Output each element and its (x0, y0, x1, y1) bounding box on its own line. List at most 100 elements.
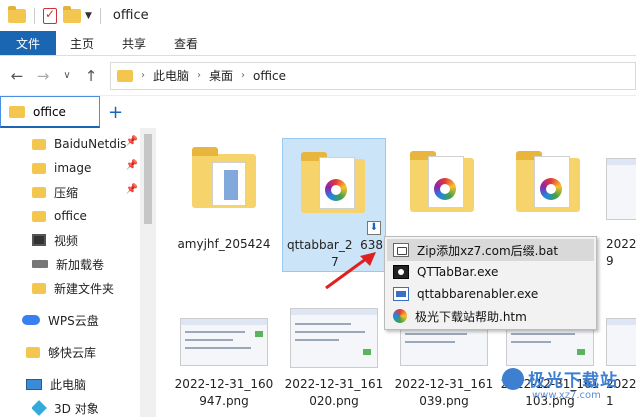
folder-icon (9, 105, 25, 118)
file-item-partial[interactable]: 2022 9 (606, 136, 636, 270)
menu-item-enabler-exe[interactable]: qttabbarenabler.exe (387, 283, 594, 305)
image-thumbnail (606, 318, 636, 366)
pin-icon: 📌 (125, 184, 138, 195)
sidebar-item-new-folder[interactable]: 新建文件夹 (32, 276, 138, 300)
tab-view[interactable]: 查看 (160, 31, 212, 55)
sidebar-item-wps-cloud[interactable]: WPS云盘 (22, 308, 138, 332)
thumbnail-line (295, 323, 351, 325)
sidebar-item-compress[interactable]: 压缩 📌 (32, 180, 138, 204)
file-name: amyjhf_205424 (177, 237, 271, 251)
qttabbar-logo-icon (540, 178, 562, 200)
file-name-line2: 9 (606, 254, 614, 268)
thumbnail-line (185, 347, 251, 349)
up-icon[interactable]: ↑ (84, 67, 98, 85)
exe-file-icon (393, 287, 409, 301)
pin-icon: 📌 (125, 160, 138, 171)
thumbnail-line (511, 333, 575, 335)
thumbnail-line (295, 331, 365, 333)
qttabbar-logo-icon (325, 179, 347, 201)
properties-icon[interactable] (43, 7, 57, 24)
sidebar-item-3d-objects[interactable]: 3D 对象 (32, 396, 138, 417)
quick-access-dropdown-icon[interactable]: ▼ (85, 11, 92, 21)
image-thumbnail (180, 318, 268, 366)
thumbnail-marker (577, 349, 585, 355)
image-thumbnail (606, 158, 636, 220)
thumbnail-line (511, 341, 551, 343)
bat-file-icon (393, 243, 409, 257)
forward-icon[interactable]: → (36, 67, 50, 85)
ribbon-tabs: 文件 主页 共享 查看 (0, 31, 636, 56)
folder-icon (32, 282, 46, 294)
thumbnail-line (405, 333, 467, 335)
arrow-shaft (325, 254, 371, 290)
tab-home[interactable]: 主页 (56, 31, 108, 55)
sidebar-item-label: office (54, 209, 87, 223)
menu-item-qttabbar-exe[interactable]: QTTabBar.exe (387, 261, 594, 283)
file-name: 2022-12-31_160 (174, 377, 274, 391)
sidebar-item-label: 新加载卷 (56, 257, 105, 272)
sidebar-item-label: 够快云库 (48, 345, 97, 360)
watermark: 极光下载站 www.xz7.com (502, 362, 632, 412)
3d-object-icon (32, 400, 47, 416)
menu-item-zip-bat[interactable]: Zip添加xz7.com后缀.bat (387, 239, 594, 261)
chevron-right-icon[interactable]: › (241, 70, 245, 81)
sidebar-item-new-volume[interactable]: 新加载卷 (32, 252, 138, 276)
file-item-folder-2[interactable] (392, 136, 496, 236)
recent-locations-icon[interactable]: ∨ (62, 70, 72, 81)
thumbnail-line (295, 339, 339, 341)
menu-item-label: 极光下载站帮助.htm (415, 309, 527, 324)
document-graphic (224, 170, 238, 200)
tab-file[interactable]: 文件 (0, 31, 57, 55)
sidebar-item-label: 新建文件夹 (54, 281, 115, 296)
sidebar-item-gokuai[interactable]: 够快云库 (26, 340, 138, 364)
file-item-png-2[interactable]: 2022-12-31_161 020.png (282, 304, 386, 416)
chevron-right-icon[interactable]: › (197, 70, 201, 81)
pin-icon: 📌 (125, 136, 138, 147)
thumbnail-bar (607, 319, 636, 325)
tab-share[interactable]: 共享 (108, 31, 160, 55)
cloud-icon (22, 315, 40, 325)
sidebar-item-videos[interactable]: 视频 (32, 228, 138, 252)
file-item-folder[interactable]: amyjhf_205424 (172, 136, 276, 256)
breadcrumb-this-pc[interactable]: 此电脑 (153, 67, 189, 84)
new-folder-icon[interactable] (63, 5, 81, 23)
menu-item-label: QTTabBar.exe (417, 265, 499, 279)
menu-item-help-htm[interactable]: 极光下载站帮助.htm (387, 305, 594, 327)
breadcrumb-office[interactable]: office (253, 69, 286, 83)
file-name: 2022 (606, 237, 636, 251)
sidebar-scrollbar[interactable] (140, 128, 156, 417)
watermark-text: 极光下载站 (528, 371, 618, 391)
sidebar-item-baidunetdisk[interactable]: BaiduNetdis 📌 (32, 132, 138, 156)
sidebar-item-image[interactable]: image 📌 (32, 156, 138, 180)
drive-icon (32, 260, 48, 268)
folder-icon (32, 186, 46, 198)
thumbnail-line (185, 331, 245, 333)
sidebar-item-this-pc[interactable]: 此电脑 (26, 372, 138, 396)
watermark-url: www.xz7.com (532, 390, 601, 401)
sidebar-item-label: image (54, 161, 92, 175)
folder-tab-office[interactable]: office (0, 96, 100, 128)
file-item-png-1[interactable]: 2022-12-31_160 947.png (172, 304, 276, 416)
folder-icon (8, 5, 26, 23)
sidebar-item-office[interactable]: office (32, 204, 138, 228)
arrow-head (360, 252, 376, 266)
scrollbar-thumb[interactable] (144, 134, 152, 224)
exe-file-icon (393, 265, 409, 279)
back-icon[interactable]: ← (10, 67, 24, 85)
new-tab-icon[interactable]: + (108, 102, 123, 123)
file-name-line2: 020.png (309, 394, 359, 408)
file-item-folder-3[interactable] (498, 136, 602, 236)
divider (99, 7, 101, 24)
sidebar-item-label: WPS云盘 (48, 313, 99, 328)
sidebar-item-label: BaiduNetdis (54, 137, 127, 151)
chevron-right-icon[interactable]: › (141, 70, 145, 81)
thumbnail-bar (181, 319, 267, 325)
video-icon (32, 234, 46, 246)
address-bar[interactable]: › 此电脑 › 桌面 › office (110, 61, 636, 90)
breadcrumb-desktop[interactable]: 桌面 (209, 67, 233, 84)
window-title: office (112, 8, 149, 23)
divider (34, 7, 35, 24)
download-badge-icon[interactable]: ⬇ (367, 221, 381, 235)
qttabbar-logo-icon (434, 178, 456, 200)
watermark-logo-icon (502, 368, 524, 390)
